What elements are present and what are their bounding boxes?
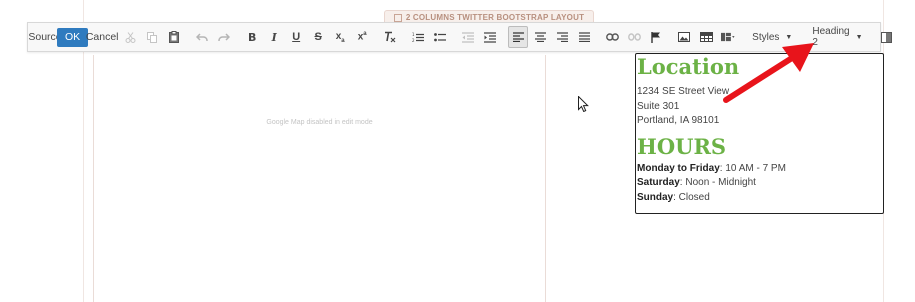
hours-heading: HOURS [637, 133, 727, 159]
subscript-button[interactable]: xa [330, 26, 350, 48]
map-placeholder-text: Google Map disabled in edit mode [266, 119, 373, 126]
align-right-button[interactable] [552, 26, 572, 48]
copy-icon [146, 31, 157, 43]
paste-icon [168, 31, 179, 43]
remove-format-button[interactable] [380, 26, 400, 48]
anchor-icon [651, 31, 661, 43]
hours-day: Saturday [637, 177, 680, 188]
cut-button[interactable] [120, 26, 140, 48]
underline-button[interactable]: U [286, 26, 306, 48]
align-center-icon [534, 32, 546, 42]
copy-button[interactable] [142, 26, 162, 48]
unlink-button[interactable] [624, 26, 644, 48]
annotation-arrow-icon [723, 43, 814, 103]
link-icon [605, 33, 619, 41]
hours-row: Sunday: Closed [637, 191, 883, 206]
bulleted-list-icon [434, 32, 447, 41]
editor-page: 2 COLUMNS TWITTER BOOTSTRAP LAYOUT Googl… [0, 0, 915, 302]
decrease-indent-button[interactable] [458, 26, 478, 48]
align-left-icon [512, 32, 524, 42]
layout-tag-label: 2 COLUMNS TWITTER BOOTSTRAP LAYOUT [405, 13, 585, 22]
strikethrough-icon: S [314, 31, 322, 43]
chevron-down-icon: ▼ [855, 33, 863, 41]
increase-indent-button[interactable] [480, 26, 500, 48]
numbered-list-icon: 12 [412, 32, 425, 43]
bold-icon: B [247, 30, 257, 44]
italic-button[interactable]: I [264, 26, 284, 48]
cancel-button[interactable]: Cancel [86, 26, 119, 48]
hours-row: Saturday: Noon - Midnight [637, 176, 883, 191]
hours-time: : Closed [673, 191, 710, 203]
hours-time: : 10 AM - 7 PM [719, 162, 786, 174]
undo-icon [196, 32, 208, 41]
hours-day: Sunday [637, 191, 674, 203]
align-center-button[interactable] [530, 26, 550, 48]
align-right-icon [556, 32, 568, 42]
superscript-icon: xa [357, 31, 367, 43]
italic-icon: I [271, 30, 277, 44]
justify-icon [578, 32, 590, 42]
bold-button[interactable]: B [242, 26, 262, 48]
superscript-button[interactable]: xa [352, 26, 372, 48]
anchor-button[interactable] [646, 26, 666, 48]
hours-day: Monday to Friday [637, 162, 720, 174]
maximize-button[interactable] [877, 26, 897, 48]
remove-format-icon [385, 31, 396, 43]
align-left-button[interactable] [508, 26, 529, 48]
hours-row: Monday to Friday: 10 AM - 7 PM [637, 162, 883, 177]
redo-icon [218, 32, 231, 41]
unlink-icon [627, 33, 641, 41]
subscript-icon: xa [335, 30, 345, 44]
underline-icon: U [292, 31, 301, 43]
column-divider [545, 55, 546, 302]
cut-icon [125, 31, 136, 43]
table-button[interactable] [696, 26, 716, 48]
paste-button[interactable] [164, 26, 184, 48]
image-button[interactable] [674, 26, 694, 48]
numbered-list-button[interactable]: 12 [408, 26, 428, 48]
decrease-indent-icon [462, 31, 475, 43]
svg-text:2: 2 [412, 38, 415, 43]
strikethrough-button[interactable]: S [308, 26, 328, 48]
hours-list: Monday to Friday: 10 AM - 7 PM Saturday:… [637, 162, 883, 206]
table-icon [699, 32, 713, 42]
bulleted-list-button[interactable] [430, 26, 450, 48]
layout-tag-icon [393, 13, 402, 22]
maximize-icon [881, 31, 893, 43]
image-icon [678, 32, 691, 42]
address-line: Portland, IA 98101 [637, 115, 720, 126]
source-button[interactable]: </> Source [28, 26, 61, 48]
increase-indent-icon [484, 31, 497, 43]
ok-button[interactable]: OK [57, 27, 89, 47]
hours-time: : Noon - Midnight [679, 177, 756, 188]
link-button[interactable] [602, 26, 622, 48]
mouse-cursor-icon [578, 96, 589, 112]
redo-button[interactable] [214, 26, 234, 48]
undo-button[interactable] [192, 26, 212, 48]
map-column[interactable]: Google Map disabled in edit mode [94, 55, 545, 302]
justify-button[interactable] [574, 26, 594, 48]
svg-text:1: 1 [412, 32, 415, 37]
